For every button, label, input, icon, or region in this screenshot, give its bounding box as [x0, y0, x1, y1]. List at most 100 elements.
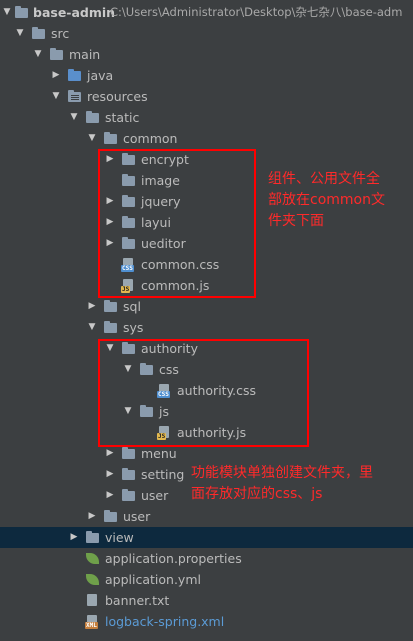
tree-label: common.css	[141, 257, 220, 272]
project-name: base-admin	[33, 5, 116, 20]
tree-row-application-properties[interactable]: application.properties	[0, 548, 413, 569]
tree-row-js-folder[interactable]: ▼ js	[0, 401, 413, 422]
collapsed-arrow-icon[interactable]: ▶	[104, 464, 116, 485]
tree-label: layui	[141, 215, 171, 230]
folder-icon	[104, 132, 118, 145]
folder-icon	[104, 510, 118, 523]
tree-row-src[interactable]: ▼ src	[0, 23, 413, 44]
css-file-icon: CSS	[121, 258, 136, 272]
folder-icon	[122, 153, 136, 166]
tree-label: encrypt	[141, 152, 189, 167]
expanded-arrow-icon[interactable]: ▼	[122, 401, 134, 422]
expanded-arrow-icon[interactable]: ▼	[104, 338, 116, 359]
tree-row-encrypt[interactable]: ▶ encrypt	[0, 149, 413, 170]
folder-icon	[86, 111, 100, 124]
tree-label: src	[51, 26, 70, 41]
tree-row-static[interactable]: ▼ static	[0, 107, 413, 128]
tree-row-banner-txt[interactable]: banner.txt	[0, 590, 413, 611]
source-folder-icon	[68, 69, 82, 82]
folder-icon	[122, 342, 136, 355]
collapsed-arrow-icon[interactable]: ▶	[86, 506, 98, 527]
tree-row-java[interactable]: ▶ java	[0, 65, 413, 86]
tree-row-common-js[interactable]: JS common.js	[0, 275, 413, 296]
expanded-arrow-icon[interactable]: ▼	[14, 23, 26, 44]
tree-row-ueditor[interactable]: ▶ ueditor	[0, 233, 413, 254]
expanded-arrow-icon[interactable]: ▼	[68, 107, 80, 128]
folder-icon	[32, 27, 46, 40]
folder-icon	[86, 531, 100, 544]
tree-label: setting	[141, 467, 185, 482]
expanded-arrow-icon[interactable]: ▼	[86, 128, 98, 149]
js-file-icon: JS	[157, 426, 172, 440]
annotation-line: 功能模块单独创建文件夹，里	[191, 465, 373, 481]
tree-label: common.js	[141, 278, 210, 293]
folder-icon	[122, 195, 136, 208]
tree-row-common[interactable]: ▼ common	[0, 128, 413, 149]
tree-label: application.yml	[105, 572, 201, 587]
expanded-arrow-icon[interactable]: ▼	[86, 317, 98, 338]
expanded-arrow-icon[interactable]: ▼	[122, 359, 134, 380]
tree-row-user[interactable]: ▶ user	[0, 506, 413, 527]
tree-row-sql[interactable]: ▶ sql	[0, 296, 413, 317]
project-tree: ▼ base-admin C:\Users\Administrator\Desk…	[0, 0, 413, 641]
folder-icon	[122, 489, 136, 502]
collapsed-arrow-icon[interactable]: ▶	[104, 233, 116, 254]
tree-bottom-edge	[0, 629, 413, 641]
tree-label: ueditor	[141, 236, 186, 251]
spring-leaf-icon	[86, 552, 100, 565]
folder-icon	[122, 216, 136, 229]
collapsed-arrow-icon[interactable]: ▶	[104, 485, 116, 506]
tree-label: image	[141, 173, 180, 188]
tree-label: resources	[87, 89, 148, 104]
tree-row-authority[interactable]: ▼ authority	[0, 338, 413, 359]
collapsed-arrow-icon[interactable]: ▶	[104, 443, 116, 464]
collapsed-arrow-icon[interactable]: ▶	[104, 212, 116, 233]
tree-label: menu	[141, 446, 177, 461]
collapsed-arrow-icon[interactable]: ▶	[86, 296, 98, 317]
tree-row-application-yml[interactable]: application.yml	[0, 569, 413, 590]
folder-icon	[104, 321, 118, 334]
tree-label: authority	[141, 341, 198, 356]
tree-label: sql	[123, 299, 141, 314]
tree-label: jquery	[141, 194, 181, 209]
text-file-icon	[86, 594, 100, 607]
annotation-line: 组件、公用文件全	[268, 171, 380, 187]
tree-row-menu[interactable]: ▶ menu	[0, 443, 413, 464]
tree-row-sys[interactable]: ▼ sys	[0, 317, 413, 338]
folder-icon	[140, 363, 154, 376]
folder-icon	[50, 48, 64, 61]
tree-label: user	[141, 488, 169, 503]
annotation-line: 件夹下面	[268, 213, 324, 229]
js-file-icon: JS	[121, 279, 136, 293]
tree-label: banner.txt	[105, 593, 170, 608]
tree-row-authority-css[interactable]: CSS authority.css	[0, 380, 413, 401]
expanded-arrow-icon[interactable]: ▼	[1, 2, 13, 23]
folder-icon	[15, 6, 29, 19]
folder-icon	[122, 447, 136, 460]
tree-label: js	[159, 404, 169, 419]
tree-row-authority-js[interactable]: JS authority.js	[0, 422, 413, 443]
annotation-line: 部放在common文	[268, 192, 385, 208]
tree-row-project-root[interactable]: ▼ base-admin C:\Users\Administrator\Desk…	[0, 2, 413, 23]
tree-row-main[interactable]: ▼ main	[0, 44, 413, 65]
tree-row-css-folder[interactable]: ▼ css	[0, 359, 413, 380]
annotation-note-common: 组件、公用文件全 部放在common文 件夹下面	[268, 169, 385, 232]
folder-icon	[140, 405, 154, 418]
tree-label: java	[87, 68, 114, 83]
css-file-icon: CSS	[157, 384, 172, 398]
tree-label: authority.js	[177, 425, 247, 440]
collapsed-arrow-icon[interactable]: ▶	[68, 527, 80, 548]
expanded-arrow-icon[interactable]: ▼	[32, 44, 44, 65]
collapsed-arrow-icon[interactable]: ▶	[104, 191, 116, 212]
expanded-arrow-icon[interactable]: ▼	[50, 86, 62, 107]
tree-label: sys	[123, 320, 144, 335]
tree-row-view[interactable]: ▶ view	[0, 527, 413, 548]
tree-row-resources[interactable]: ▼ resources	[0, 86, 413, 107]
folder-icon	[122, 237, 136, 250]
tree-label: view	[105, 530, 134, 545]
collapsed-arrow-icon[interactable]: ▶	[50, 65, 62, 86]
tree-row-common-css[interactable]: CSS common.css	[0, 254, 413, 275]
collapsed-arrow-icon[interactable]: ▶	[104, 149, 116, 170]
spring-leaf-icon	[86, 573, 100, 586]
xml-file-icon: XML	[85, 615, 100, 629]
